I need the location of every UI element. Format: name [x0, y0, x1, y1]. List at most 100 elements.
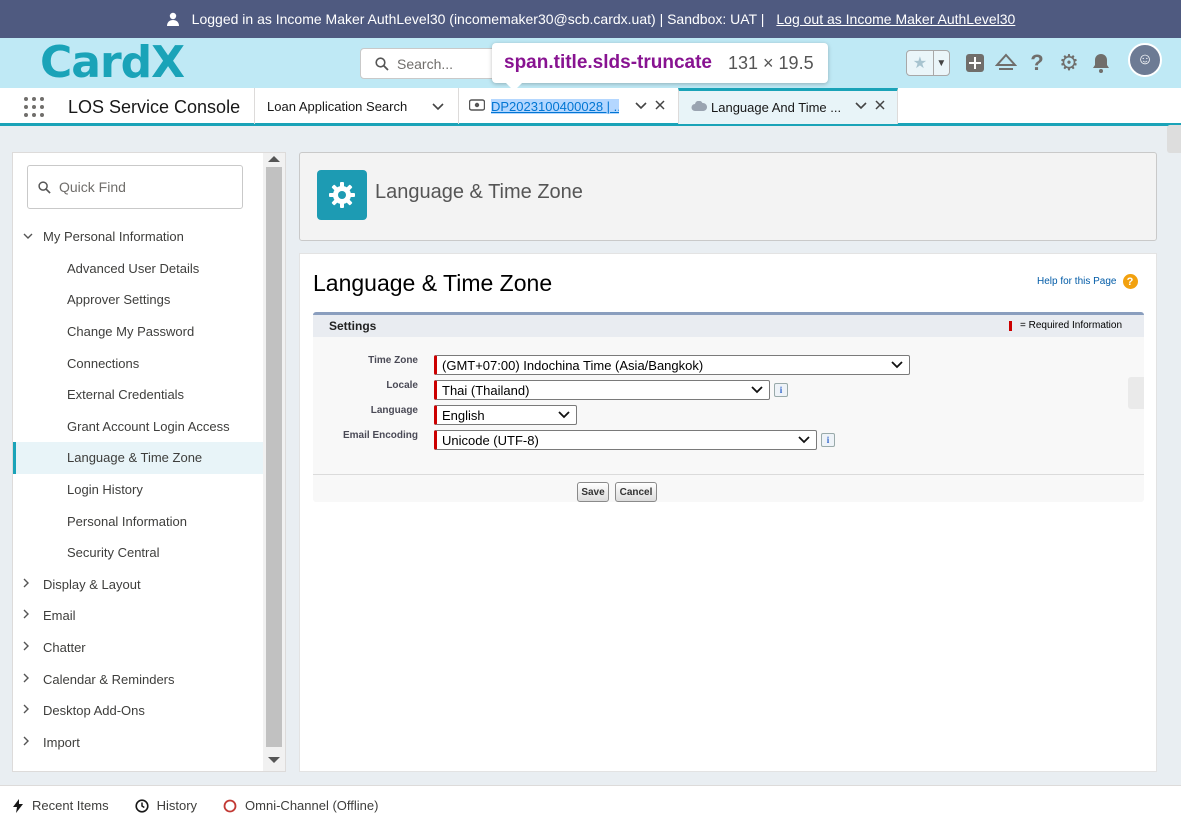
locale-label: Locale — [386, 380, 418, 391]
utility-history[interactable]: History — [134, 798, 197, 813]
star-icon[interactable]: ★ — [907, 51, 934, 75]
chevron-down-icon[interactable] — [432, 99, 444, 114]
help-link[interactable]: Help for this Page ? — [1037, 274, 1138, 289]
chevron-right-icon[interactable] — [23, 609, 35, 622]
sidebar-item-calendar-reminders[interactable]: Calendar & Reminders — [13, 663, 263, 695]
chevron-right-icon[interactable] — [23, 578, 35, 591]
sidebar-item-advanced-user-details[interactable]: Advanced User Details — [13, 253, 263, 285]
sidebar-item-label: Approver Settings — [67, 292, 171, 308]
sidebar-item-desktop-add-ons[interactable]: Desktop Add-Ons — [13, 695, 263, 727]
search-icon — [375, 56, 389, 71]
scroll-down-arrow[interactable] — [268, 757, 280, 763]
sidebar-item-personal-information[interactable]: Personal Information — [13, 505, 263, 537]
time-zone-label: Time Zone — [368, 355, 418, 366]
chevron-down-icon[interactable] — [855, 102, 867, 110]
scroll-thumb[interactable] — [266, 167, 282, 747]
sidebar-item-label: Email — [43, 608, 76, 624]
chevron-down-icon[interactable] — [635, 102, 647, 110]
utility-omni-channel[interactable]: Omni-Channel (Offline) — [223, 798, 378, 813]
tab-language-and-time-zone[interactable]: Language And Time ... — [678, 88, 898, 124]
sidebar-item-label: Personal Information — [67, 513, 187, 529]
utility-panel-toggle[interactable] — [1167, 125, 1181, 153]
sidebar-item-label: Desktop Add-Ons — [43, 703, 145, 719]
app-launcher-icon[interactable] — [24, 97, 44, 117]
tab-loan-application-search[interactable]: Loan Application Search — [254, 88, 458, 124]
sidebar-item-label: Chatter — [43, 640, 86, 656]
chevron-right-icon[interactable] — [23, 736, 35, 749]
sidebar-item-label: My Personal Information — [43, 229, 184, 245]
sidebar-item-label: Language & Time Zone — [67, 450, 203, 466]
global-search[interactable]: Search... — [360, 48, 500, 79]
chevron-down-icon[interactable] — [23, 231, 35, 243]
help-link-text[interactable]: Help for this Page — [1037, 276, 1117, 287]
email-encoding-select[interactable]: Unicode (UTF-8) — [434, 430, 817, 450]
search-placeholder: Search... — [397, 55, 454, 72]
panel-collapse-handle[interactable] — [1128, 377, 1144, 409]
utility-recent-items[interactable]: Recent Items — [12, 798, 109, 813]
cardx-logo: CardX — [40, 37, 185, 88]
chevron-down-icon[interactable]: ▼ — [934, 51, 949, 75]
locale-select[interactable]: Thai (Thailand) — [434, 380, 770, 400]
close-icon[interactable] — [875, 100, 885, 110]
cancel-button[interactable]: Cancel — [615, 482, 657, 502]
sidebar-item-label: Grant Account Login Access — [67, 418, 230, 434]
sidebar-item-connections[interactable]: Connections — [13, 347, 263, 379]
quick-find-input[interactable]: Quick Find — [27, 165, 243, 209]
settings-title: Settings — [329, 319, 377, 333]
email-encoding-label: Email Encoding — [342, 430, 418, 441]
sidebar-scrollbar[interactable] — [263, 153, 285, 771]
tooltip-dimensions: 131 × 19.5 — [728, 52, 814, 73]
close-icon[interactable] — [655, 100, 665, 110]
global-actions-icon[interactable] — [962, 50, 988, 76]
sidebar-item-approver-settings[interactable]: Approver Settings — [13, 284, 263, 316]
chevron-right-icon[interactable] — [23, 704, 35, 717]
sidebar-item-external-credentials[interactable]: External Credentials — [13, 379, 263, 411]
sidebar-item-import[interactable]: Import — [13, 727, 263, 759]
email-encoding-info-icon[interactable]: i — [821, 433, 835, 447]
app-name: LOS Service Console — [68, 97, 241, 117]
save-button[interactable]: Save — [577, 482, 609, 502]
logout-link[interactable]: Log out as Income Maker AuthLevel30 — [776, 11, 1015, 27]
sidebar-item-label: Advanced User Details — [67, 260, 200, 276]
tab-label: Loan Application Search — [267, 98, 408, 114]
status-offline-icon — [223, 799, 237, 812]
notifications-bell-icon[interactable] — [1088, 50, 1114, 76]
help-icon[interactable]: ? — [1024, 50, 1050, 76]
settings-section: Settings = Required Information Time Zon… — [313, 312, 1144, 502]
sidebar-item-login-history[interactable]: Login History — [13, 474, 263, 506]
omni-channel-label: Omni-Channel (Offline) — [245, 798, 379, 813]
chevron-right-icon[interactable] — [23, 641, 35, 654]
cloud-icon — [691, 100, 708, 115]
chevron-right-icon[interactable] — [23, 673, 35, 686]
sidebar-item-grant-account-login-access[interactable]: Grant Account Login Access — [13, 411, 263, 443]
setup-sidebar: Quick Find My Personal Information Advanc… — [12, 152, 286, 772]
time-zone-select[interactable]: (GMT+07:00) Indochina Time (Asia/Bangkok… — [434, 355, 910, 375]
trailhead-icon[interactable] — [993, 50, 1019, 76]
sidebar-item-security-central[interactable]: Security Central — [13, 537, 263, 569]
sidebar-item-label: Connections — [67, 355, 140, 371]
required-legend-text: = Required Information — [1020, 320, 1123, 331]
sidebar-item-change-my-password[interactable]: Change My Password — [13, 316, 263, 348]
sidebar-item-language-time-zone[interactable]: Language & Time Zone — [13, 442, 263, 474]
sidebar-item-label: Calendar & Reminders — [43, 671, 175, 687]
sidebar-item-chatter[interactable]: Chatter — [13, 632, 263, 664]
page-title: Language & Time Zone — [375, 181, 583, 203]
sidebar-item-display-layout[interactable]: Display & Layout — [13, 569, 263, 601]
settings-header: Settings = Required Information — [313, 315, 1144, 337]
user-avatar[interactable]: ☺ — [1128, 43, 1162, 77]
tab-dp2023100400028[interactable]: DP2023100400028 | ... — [458, 88, 678, 124]
language-value: English — [442, 407, 485, 423]
sidebar-item-label: Import — [43, 734, 80, 750]
locale-info-icon[interactable]: i — [774, 383, 788, 397]
favorites-button[interactable]: ★ ▼ — [906, 50, 950, 76]
setup-gear-icon[interactable]: ⚙ — [1056, 50, 1082, 76]
time-zone-value: (GMT+07:00) Indochina Time (Asia/Bangkok… — [442, 357, 704, 373]
scroll-up-arrow[interactable] — [268, 156, 280, 162]
language-select[interactable]: English — [434, 405, 577, 425]
recent-items-label: Recent Items — [32, 798, 109, 813]
sidebar-item-email[interactable]: Email — [13, 600, 263, 632]
sidebar-item-my-personal-information[interactable]: My Personal Information — [13, 221, 263, 253]
help-question-icon[interactable]: ? — [1122, 274, 1138, 289]
search-icon — [38, 180, 51, 194]
language-label: Language — [370, 405, 418, 416]
